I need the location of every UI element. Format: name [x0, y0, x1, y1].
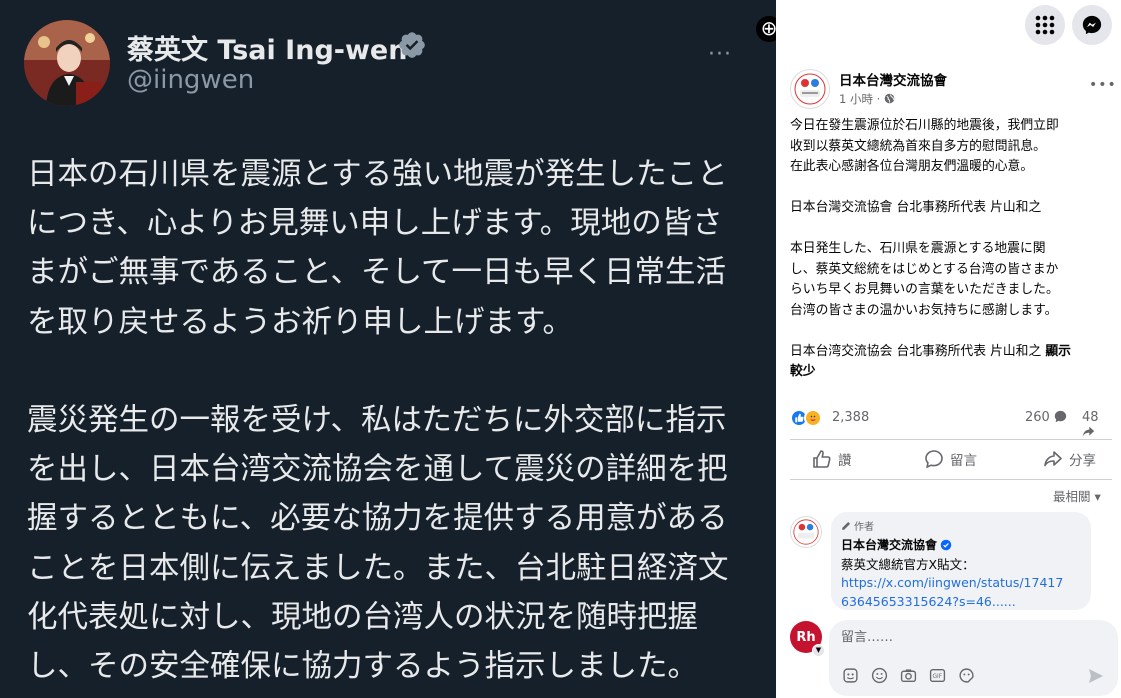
tweet-line: 日本の石川県を震源とする強い地震が発生したこと — [27, 157, 728, 192]
reactions-bar: 2,388 260 48 — [790, 406, 1112, 437]
post-line: 本日発生した、石川県を震源とする地震に関 — [790, 241, 1046, 256]
comment-count[interactable]: 260 — [1025, 410, 1067, 425]
share-arrow-icon — [1082, 426, 1095, 437]
public-globe-icon — [884, 93, 895, 104]
verified-badge-icon — [399, 32, 425, 58]
post-line: らいち早くお見舞いの言葉をいただきました。 — [790, 282, 1059, 297]
post-more-options-icon[interactable]: ••• — [1089, 77, 1117, 93]
add-icon[interactable]: ⊕ — [756, 16, 776, 42]
camera-icon[interactable] — [899, 666, 918, 685]
page-logo-icon — [793, 519, 819, 545]
page-logo-icon — [794, 73, 826, 105]
tweet-line: 握するとともに、必要な協力を提供する用意がある — [27, 501, 728, 537]
share-label: 分享 — [1069, 453, 1096, 469]
post-line: し、蔡英文総統をはじめとする台湾の皆さまか — [790, 261, 1059, 277]
gif-icon[interactable]: GIF — [928, 666, 947, 685]
comment-link[interactable]: https://x.com/iingwen/status/17417 63645… — [841, 573, 1081, 611]
comment-author[interactable]: 日本台灣交流協會 — [841, 536, 1081, 553]
grid-menu-icon — [1035, 15, 1055, 35]
comment-box: GIF — [829, 620, 1118, 696]
share-count[interactable]: 48 — [1082, 410, 1112, 440]
post-line: 今日在發生震源位於石川縣的地震後，我們立即 — [790, 118, 1059, 133]
see-less-link[interactable]: 顯示 — [1045, 344, 1071, 359]
pencil-icon — [842, 521, 851, 530]
page-name[interactable]: 日本台灣交流協會 — [839, 69, 947, 89]
share-count-value: 48 — [1082, 410, 1099, 425]
menu-button[interactable] — [1025, 5, 1065, 45]
sticker-icon[interactable] — [957, 666, 976, 685]
like-label: 讚 — [838, 453, 852, 469]
comment-input[interactable] — [841, 630, 1101, 645]
tweet-line: につき、心よりお見舞い申し上げます。現地の皆さ — [27, 206, 723, 242]
see-less-link[interactable]: 較少 — [790, 362, 1120, 383]
thumbs-up-icon — [813, 450, 831, 468]
post-time-text: 1 小時 · — [839, 92, 884, 106]
tweet-line: 震災発生の一報を受け、私はただちに外交部に指示 — [27, 403, 727, 438]
composer-tools: GIF — [841, 666, 976, 685]
tweet-line: 化代表処に対し、現地の台湾人の状況を随時把握 — [27, 599, 698, 635]
author-handle[interactable]: @iingwen — [127, 65, 254, 95]
author-name[interactable]: 蔡英文 Tsai Ing-wen — [127, 28, 407, 67]
post-timestamp[interactable]: 1 小時 · — [839, 91, 895, 107]
svg-text:GIF: GIF — [933, 674, 943, 680]
tweet-text: 日本の石川県を震源とする強い地震が発生したこと につき、心よりお見舞い申し上げま… — [27, 150, 767, 691]
post-line: 在此表心感謝各位台灣朋友們溫暖的心意。 — [790, 159, 1034, 174]
comment-bubble: 作者 日本台灣交流協會 蔡英文總統官方X貼文： https://x.com/ii… — [831, 512, 1091, 610]
comment-link-line: 63645653315624?s=46...... — [841, 594, 1016, 609]
comment-count-value: 260 — [1025, 410, 1050, 425]
author-avatar[interactable] — [24, 20, 110, 106]
post-line: 收到以蔡英文總統為首來自多方的慰問訊息。 — [790, 138, 1046, 154]
avatar-sticker-icon[interactable] — [841, 666, 860, 685]
post-line: 台湾の皆さまの温かいお気持ちに感謝します。 — [790, 302, 1058, 318]
send-button[interactable] — [1086, 666, 1106, 686]
tweet-line: ことを日本側に伝えました。また、台北駐日経済文 — [27, 550, 729, 586]
tweet-panel: 蔡英文 Tsai Ing-wen @iingwen ··· ⊕ 日本の石川県を震… — [0, 0, 776, 698]
author-badge: 作者 — [841, 518, 1081, 533]
post-signature: 日本台灣交流協會 台北事務所代表 片山和之 — [790, 200, 1042, 215]
share-icon — [1044, 451, 1062, 467]
comment-sort-dropdown[interactable]: 最相關 ▾ — [1053, 486, 1101, 505]
send-icon — [1089, 669, 1103, 683]
share-button[interactable]: 分享 — [1043, 449, 1096, 469]
more-options-icon[interactable]: ··· — [708, 42, 732, 67]
comment-text: 蔡英文總統官方X貼文： — [841, 557, 975, 572]
post-text: 今日在發生震源位於石川縣的地震後，我們立即 收到以蔡英文總統為首來自多方的慰問訊… — [790, 116, 1120, 383]
emoji-icon[interactable] — [870, 666, 889, 685]
facebook-topbar — [776, 0, 1121, 48]
post-action-bar: 讚 留言 分享 — [790, 444, 1112, 476]
post-signature: 日本台湾交流協会 台北事務所代表 片山和之 — [790, 343, 1046, 359]
page-avatar[interactable] — [790, 69, 830, 109]
like-button[interactable]: 讚 — [812, 449, 852, 469]
reaction-count[interactable]: 2,388 — [832, 410, 869, 425]
comment-composer: Rh ▼ GIF — [776, 618, 1121, 698]
comment-label: 留言 — [950, 453, 977, 469]
divider — [790, 439, 1112, 440]
comment-author-name: 日本台灣交流協會 — [841, 538, 938, 552]
messenger-icon — [1082, 15, 1102, 35]
tweet-line: まがご無事であること、そして一日も早く日常生活 — [27, 255, 727, 291]
divider — [790, 479, 1112, 480]
author-badge-label: 作者 — [854, 522, 874, 533]
commenter-avatar[interactable] — [790, 516, 822, 548]
comment-link-line: https://x.com/iingwen/status/17417 — [841, 575, 1064, 590]
messenger-button[interactable] — [1072, 5, 1112, 45]
tweet-line: を取り戻せるようお祈り申し上げます。 — [27, 304, 573, 340]
tweet-line: し、その安全確保に協力するよう指示しました。 — [27, 649, 698, 685]
comment-bubble-icon — [1054, 410, 1067, 423]
post-signature-line: 日本台湾交流協会 台北事務所代表 片山和之 顯示 — [790, 342, 1120, 363]
comment-icon — [925, 450, 943, 469]
tweet-line: を出し、日本台湾交流協会を通して震災の詳細を把 — [27, 452, 728, 488]
verified-badge-icon — [940, 539, 952, 550]
reaction-icons[interactable] — [790, 409, 822, 427]
chevron-down-icon[interactable]: ▼ — [812, 644, 825, 657]
facebook-panel: 日本台灣交流協會 1 小時 · ••• 今日在發生震源位於石川縣的地震後，我們立… — [776, 0, 1121, 698]
care-reaction-icon — [804, 409, 822, 427]
comment-button[interactable]: 留言 — [924, 449, 977, 469]
